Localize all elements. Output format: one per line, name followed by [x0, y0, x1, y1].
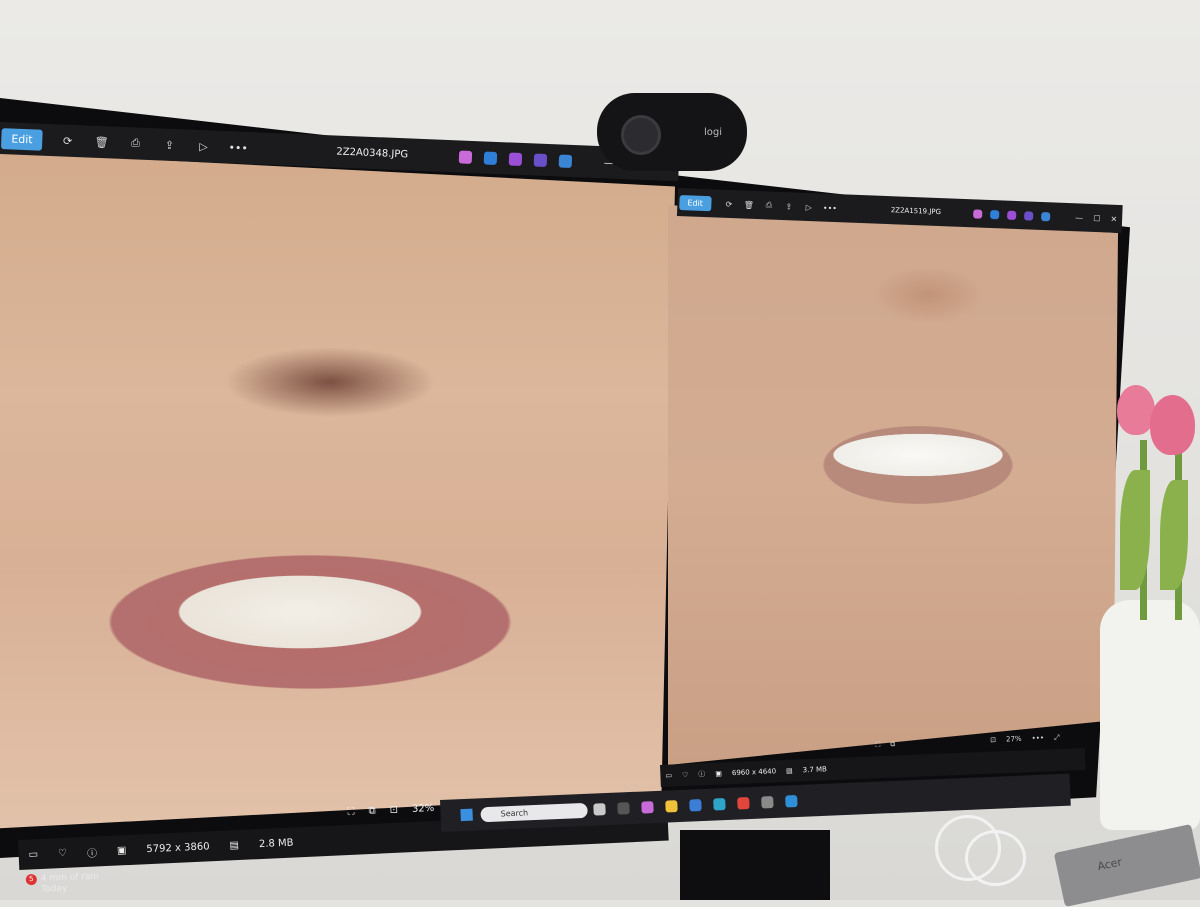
right-dimensions: 6960 x 4640 [731, 767, 777, 778]
widget-icon[interactable] [593, 803, 607, 816]
print-icon[interactable]: ⎙ [763, 200, 775, 210]
filesize-icon: ▤ [229, 839, 240, 851]
print-icon[interactable]: ⎙ [126, 136, 145, 151]
minimize-icon[interactable]: — [1075, 213, 1083, 222]
rotate-icon[interactable]: ⟳ [58, 134, 77, 148]
left-dimensions: 5792 x 3860 [146, 840, 210, 855]
share-icon[interactable]: ⇪ [160, 138, 179, 152]
file-explorer-icon[interactable] [665, 800, 679, 813]
weather-subtext: Today [41, 883, 68, 895]
app-icon-violet[interactable] [533, 152, 548, 167]
right-app-icons [969, 208, 1054, 221]
actual-size-icon[interactable]: ⊡ [990, 736, 996, 744]
share-icon[interactable]: ⇪ [783, 202, 795, 211]
right-zoom-level[interactable]: 27% [1006, 735, 1022, 744]
left-zoom-level[interactable]: 32% [412, 802, 435, 814]
app-icon-blue[interactable] [989, 209, 1000, 219]
right-photo-smile-after [668, 205, 1118, 765]
weather-badge: 5 [25, 873, 38, 886]
tulip [1150, 395, 1195, 455]
filesize-icon: ▤ [785, 766, 793, 775]
photos-icon[interactable] [785, 795, 799, 808]
dimensions-icon: ▣ [715, 769, 723, 778]
left-filename: 2Z2A0348.JPG [336, 146, 409, 160]
weather-widget[interactable]: 54 mm of rain Today [25, 871, 100, 897]
info-icon[interactable]: ⓘ [87, 844, 97, 859]
onedrive-icon[interactable] [558, 153, 573, 168]
app-icon-purple[interactable] [508, 151, 523, 166]
copilot-icon[interactable] [972, 208, 983, 219]
app-icon-blue[interactable] [483, 150, 498, 165]
onedrive-icon[interactable] [1040, 211, 1051, 221]
favorite-icon[interactable]: ♡ [58, 847, 67, 858]
app-icon-violet[interactable] [1023, 210, 1034, 221]
webcam-brand: logi [704, 127, 723, 138]
right-edit-button[interactable]: Edit [679, 194, 712, 211]
left-edit-button[interactable]: Edit [0, 127, 44, 151]
app-icon-purple[interactable] [1006, 210, 1017, 220]
right-filesize: 3.7 MB [802, 765, 828, 775]
fullscreen-icon[interactable]: ⤢ [1054, 733, 1060, 742]
crop-icon[interactable]: ⧉ [890, 739, 895, 748]
delete-icon[interactable]: 🗑 [743, 200, 755, 209]
slideshow-icon[interactable]: ▷ [194, 139, 213, 153]
taskbar-search[interactable]: Search [480, 802, 589, 822]
monitor-stand [680, 830, 830, 900]
dimensions-icon: ▣ [116, 844, 127, 857]
store-icon[interactable] [689, 799, 703, 812]
left-filesize: 2.8 MB [258, 837, 294, 850]
delete-icon[interactable]: 🗑 [92, 135, 111, 149]
start-icon[interactable] [460, 808, 473, 822]
favorite-icon[interactable]: ♡ [682, 771, 689, 779]
hub-brand: Acer [1096, 855, 1124, 874]
left-app-icons [453, 149, 578, 168]
actual-size-icon[interactable]: ⊡ [389, 804, 398, 815]
copilot-icon[interactable] [641, 801, 655, 814]
vase [1100, 600, 1200, 830]
right-filename: 2Z2A1519.JPG [890, 206, 942, 217]
app-icon-gray[interactable] [761, 796, 775, 809]
info-icon[interactable]: ⓘ [698, 769, 705, 779]
webcam-lens [621, 115, 661, 155]
filmstrip-icon[interactable]: ▭ [665, 772, 672, 780]
left-photo-smile-before [0, 152, 675, 829]
usb-cable [965, 830, 1026, 886]
weather-text: 4 mm of rain [40, 871, 99, 884]
fit-icon[interactable]: ⛶ [875, 740, 880, 749]
chrome-icon[interactable] [737, 797, 751, 810]
more-icon[interactable]: ••• [228, 141, 248, 155]
task-view-icon[interactable] [617, 802, 631, 815]
webcam: logi [597, 93, 747, 171]
crop-icon[interactable]: ⧉ [368, 805, 376, 816]
more-icon[interactable]: ••• [823, 203, 837, 213]
copilot-icon[interactable] [458, 149, 473, 164]
maximize-icon[interactable]: ☐ [1093, 213, 1101, 222]
tulip-leaf [1120, 470, 1150, 590]
more-icon[interactable]: ••• [1031, 734, 1044, 742]
fit-icon[interactable]: ⛶ [347, 806, 354, 817]
close-icon[interactable]: ✕ [1110, 214, 1117, 223]
edge-icon[interactable] [713, 798, 727, 811]
slideshow-icon[interactable]: ▷ [803, 202, 815, 211]
right-window-controls: — ☐ ✕ [1070, 213, 1122, 224]
filmstrip-icon[interactable]: ▭ [28, 849, 38, 860]
tulip-leaf [1160, 480, 1188, 590]
rotate-icon[interactable]: ⟳ [723, 199, 735, 208]
